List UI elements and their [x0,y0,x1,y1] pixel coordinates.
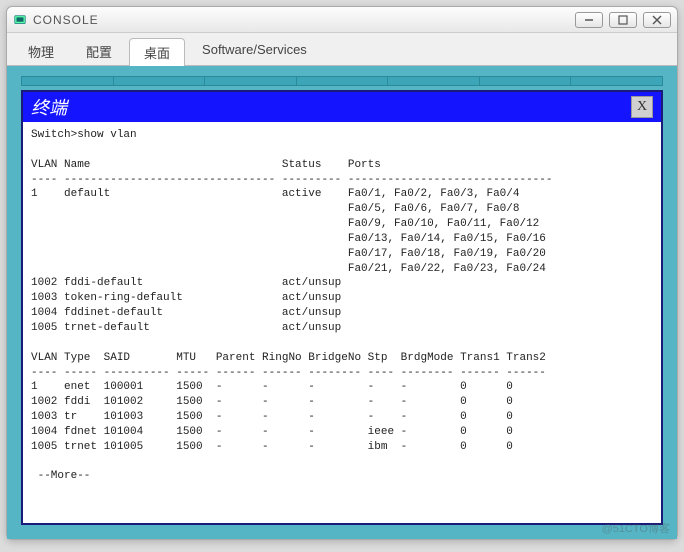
tab-desktop[interactable]: 桌面 [129,38,185,66]
terminal-close-button[interactable]: X [631,96,653,118]
minimize-button[interactable] [575,12,603,28]
maximize-button[interactable] [609,12,637,28]
close-button[interactable] [643,12,671,28]
terminal-window: 终端 X Switch>show vlan VLAN Name Status P… [21,90,663,525]
desktop-shortcut-bar [21,76,663,86]
desktop-panel: 终端 X Switch>show vlan VLAN Name Status P… [7,66,677,539]
terminal-output[interactable]: Switch>show vlan VLAN Name Status Ports … [23,122,661,523]
cli-text: Switch>show vlan VLAN Name Status Ports … [31,128,657,484]
tab-software-services[interactable]: Software/Services [187,37,322,65]
terminal-titlebar: 终端 X [23,92,661,122]
tab-config[interactable]: 配置 [71,37,127,65]
terminal-title-text: 终端 [31,94,67,120]
window-controls [575,12,671,28]
app-window: CONSOLE 物理 配置 桌面 Software/Services 终端 X … [6,6,678,540]
tab-bar: 物理 配置 桌面 Software/Services [7,33,677,66]
tab-physical[interactable]: 物理 [13,37,69,65]
titlebar: CONSOLE [7,7,677,33]
watermark: @51CTO博客 [602,520,670,536]
app-icon [13,13,27,27]
window-title: CONSOLE [33,13,575,27]
